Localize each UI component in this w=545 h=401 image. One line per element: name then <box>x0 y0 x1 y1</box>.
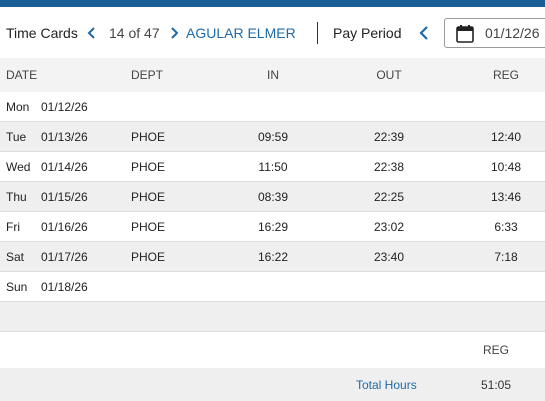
row-reg: 13:46 <box>490 190 522 204</box>
row-out: 22:38 <box>373 160 405 174</box>
column-header-reg[interactable]: REG <box>486 68 526 82</box>
row-reg: 10:48 <box>490 160 522 174</box>
row-day: Fri <box>6 220 20 234</box>
next-employee-button[interactable] <box>167 24 181 42</box>
row-date: 01/17/26 <box>41 250 88 264</box>
row-out: 22:39 <box>373 130 405 144</box>
row-date: 01/14/26 <box>41 160 88 174</box>
summary-reg-header: REG <box>482 343 509 357</box>
row-date: 01/12/26 <box>41 100 88 114</box>
row-in: 16:22 <box>257 250 289 264</box>
row-in: 08:39 <box>257 190 289 204</box>
record-counter: 14 of 47 <box>109 25 160 41</box>
row-date: 01/16/26 <box>41 220 88 234</box>
column-header-date[interactable]: DATE <box>6 68 37 82</box>
chevron-left-icon <box>419 26 428 40</box>
chevron-right-icon <box>171 27 179 39</box>
row-in: 16:29 <box>257 220 289 234</box>
pay-period-date-value: 01/12/26 <box>485 25 540 41</box>
summary-header: REG <box>0 332 545 368</box>
row-out: 23:40 <box>373 250 405 264</box>
toolbar: Time Cards 14 of 47 AGULAR ELMER Pay Per… <box>0 7 545 58</box>
summary-total-row: Total Hours 51:05 <box>0 368 545 401</box>
column-header-in[interactable]: IN <box>252 68 294 82</box>
row-day: Thu <box>6 190 27 204</box>
employee-name-link[interactable]: AGULAR ELMER <box>186 24 296 42</box>
page-title: Time Cards <box>6 25 78 41</box>
row-reg: 12:40 <box>490 130 522 144</box>
column-header-out[interactable]: OUT <box>366 68 412 82</box>
row-day: Wed <box>6 160 31 174</box>
row-dept: PHOE <box>131 130 166 144</box>
table-row[interactable]: Sun 01/18/26 <box>0 272 545 302</box>
row-day: Mon <box>6 100 30 114</box>
row-dept: PHOE <box>131 220 166 234</box>
row-in: 11:50 <box>258 160 288 174</box>
row-date: 01/13/26 <box>41 130 88 144</box>
top-accent-bar <box>0 0 545 7</box>
table-row[interactable]: Tue 01/13/26 PHOE 09:59 22:39 12:40 <box>0 122 545 152</box>
row-dept: PHOE <box>131 250 166 264</box>
column-header-dept[interactable]: DEPT <box>131 68 163 82</box>
pay-period-label: Pay Period <box>333 25 402 41</box>
row-reg: 7:18 <box>494 250 518 264</box>
calendar-icon <box>456 25 474 43</box>
pay-period-date-picker[interactable]: 01/12/26 <box>444 18 545 48</box>
toolbar-divider <box>317 22 318 44</box>
table-row[interactable]: Wed 01/14/26 PHOE 11:50 22:38 10:48 <box>0 152 545 182</box>
row-date: 01/15/26 <box>41 190 88 204</box>
row-date: 01/18/26 <box>41 280 88 294</box>
previous-pay-period-button[interactable] <box>417 24 431 42</box>
row-out: 23:02 <box>373 220 405 234</box>
row-out: 22:25 <box>373 190 405 204</box>
total-hours-value: 51:05 <box>480 378 512 392</box>
row-reg: 6:33 <box>494 220 518 234</box>
row-dept: PHOE <box>131 190 166 204</box>
table-row[interactable]: Thu 01/15/26 PHOE 08:39 22:25 13:46 <box>0 182 545 212</box>
row-day: Sun <box>6 280 28 294</box>
row-in: 09:59 <box>257 130 289 144</box>
table-footer-band <box>0 302 545 332</box>
row-day: Tue <box>6 130 27 144</box>
chevron-left-icon <box>87 27 95 39</box>
row-dept: PHOE <box>131 160 166 174</box>
total-hours-label: Total Hours <box>356 378 417 392</box>
table-row[interactable]: Mon 01/12/26 <box>0 92 545 122</box>
row-day: Sat <box>6 250 25 264</box>
table-row[interactable]: Fri 01/16/26 PHOE 16:29 23:02 6:33 <box>0 212 545 242</box>
table-header: DATE DEPT IN OUT REG <box>0 58 545 92</box>
previous-employee-button[interactable] <box>85 24 99 42</box>
table-row[interactable]: Sat 01/17/26 PHOE 16:22 23:40 7:18 <box>0 242 545 272</box>
